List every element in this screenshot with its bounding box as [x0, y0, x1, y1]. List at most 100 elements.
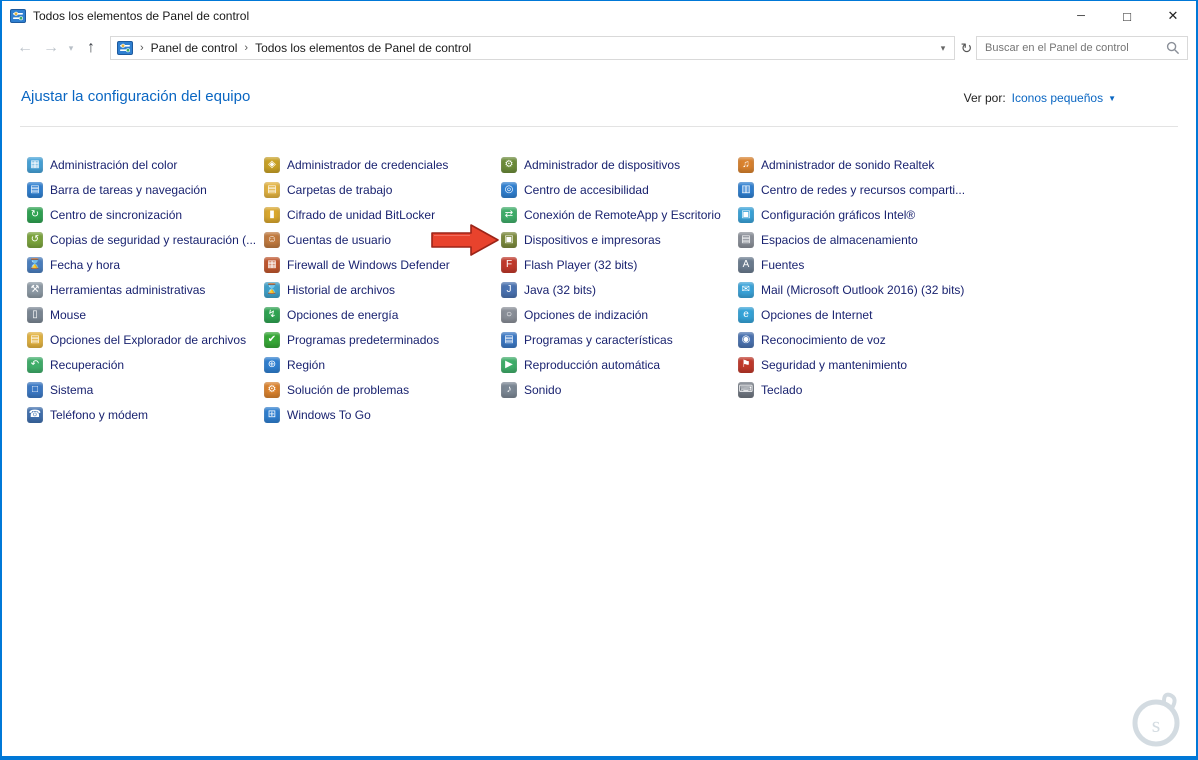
indexing-options-icon: ○	[501, 306, 517, 323]
control-panel-item[interactable]: J Java (32 bits)	[501, 277, 738, 302]
breadcrumb-item-panel-de-control[interactable]: Panel de control	[151, 41, 238, 55]
control-panel-item[interactable]: ⊞ Windows To Go	[264, 402, 501, 427]
control-panel-item-label: Dispositivos e impresoras	[524, 232, 661, 247]
control-panel-item[interactable]: ⚑ Seguridad y mantenimiento	[738, 352, 975, 377]
control-panel-item[interactable]: ▯ Mouse	[27, 302, 264, 327]
flash-player-icon: F	[501, 256, 517, 273]
control-panel-item[interactable]: ♫ Administrador de sonido Realtek	[738, 152, 975, 177]
control-panel-item-label: Solución de problemas	[287, 382, 410, 397]
window-title: Todos los elementos de Panel de control	[33, 9, 250, 23]
control-panel-item[interactable]: ◉ Reconocimiento de voz	[738, 327, 975, 352]
control-panel-item[interactable]: ⌛ Historial de archivos	[264, 277, 501, 302]
control-panel-item-label: Seguridad y mantenimiento	[761, 357, 908, 372]
control-panel-item[interactable]: ✔ Programas predeterminados	[264, 327, 501, 352]
file-history-icon: ⌛	[264, 281, 280, 298]
control-panel-item[interactable]: ⊕ Región	[264, 352, 501, 377]
defender-firewall-icon: ▦	[264, 256, 280, 273]
control-panel-item-label: Herramientas administrativas	[50, 282, 206, 297]
control-panel-item[interactable]: ▦ Administración del color	[27, 152, 264, 177]
control-panel-item[interactable]: ⌛ Fecha y hora	[27, 252, 264, 277]
page-title: Ajustar la configuración del equipo	[21, 88, 251, 105]
control-panel-item[interactable]: ↺ Copias de seguridad y restauración (...	[27, 227, 264, 252]
control-panel-item[interactable]: ○ Opciones de indización	[501, 302, 738, 327]
administrative-tools-icon: ⚒	[27, 281, 43, 298]
control-panel-icon	[117, 41, 133, 55]
control-panel-item[interactable]: ☎ Teléfono y módem	[27, 402, 264, 427]
sound-icon: ♪	[501, 381, 517, 398]
maximize-button[interactable]: □	[1104, 1, 1150, 31]
storage-spaces-icon: ▤	[738, 231, 754, 248]
up-button[interactable]: ↑	[78, 31, 104, 65]
sync-center-icon: ↻	[27, 206, 43, 223]
control-panel-column: ◈ Administrador de credenciales ▤ Carpetas …	[264, 152, 501, 427]
color-management-icon: ▦	[27, 156, 43, 173]
mouse-icon: ▯	[27, 306, 43, 323]
control-panel-item[interactable]: A Fuentes	[738, 252, 975, 277]
control-panel-item[interactable]: ↻ Centro de sincronización	[27, 202, 264, 227]
breadcrumb-item-todos-los-elementos[interactable]: Todos los elementos de Panel de control	[255, 41, 471, 55]
control-panel-item[interactable]: ↯ Opciones de energía	[264, 302, 501, 327]
default-programs-icon: ✔	[264, 331, 280, 348]
taskbar-navigation-icon: ▤	[27, 181, 43, 198]
control-panel-item[interactable]: ▤ Opciones del Explorador de archivos	[27, 327, 264, 352]
date-time-icon: ⌛	[27, 256, 43, 273]
control-panel-item-label: Firewall de Windows Defender	[287, 257, 450, 272]
minimize-button[interactable]: ─	[1058, 1, 1104, 31]
control-panel-item[interactable]: ▤ Programas y características	[501, 327, 738, 352]
control-panel-item[interactable]: ↶ Recuperación	[27, 352, 264, 377]
control-panel-item[interactable]: ▣ Dispositivos e impresoras	[501, 227, 738, 252]
refresh-button[interactable]: ↻	[958, 36, 975, 60]
control-panel-item[interactable]: ▤ Carpetas de trabajo	[264, 177, 501, 202]
control-panel-item-label: Flash Player (32 bits)	[524, 257, 638, 272]
recent-locations-chevron-icon[interactable]: ▾	[64, 43, 78, 54]
address-history-chevron-icon[interactable]: ▾	[932, 43, 954, 54]
control-panel-item[interactable]: F Flash Player (32 bits)	[501, 252, 738, 277]
security-maintenance-icon: ⚑	[738, 356, 754, 373]
control-panel-item[interactable]: ▣ Configuración gráficos Intel®	[738, 202, 975, 227]
control-panel-item[interactable]: □ Sistema	[27, 377, 264, 402]
control-panel-item[interactable]: ⌨ Teclado	[738, 377, 975, 402]
control-panel-item-label: Carpetas de trabajo	[287, 182, 393, 197]
control-panel-item-label: Teléfono y módem	[50, 407, 149, 422]
watermark-logo: s	[1132, 692, 1180, 747]
control-panel-item-label: Recuperación	[50, 357, 125, 372]
control-panel-item-label: Conexión de RemoteApp y Escritorio	[524, 207, 721, 222]
chevron-down-icon[interactable]: ▼	[1108, 94, 1116, 103]
control-panel-item[interactable]: ♪ Sonido	[501, 377, 738, 402]
control-panel-item-label: Sonido	[524, 382, 562, 397]
search-box	[976, 36, 1188, 60]
control-panel-item[interactable]: ▥ Centro de redes y recursos comparti...	[738, 177, 975, 202]
svg-text:s: s	[1152, 712, 1161, 737]
control-panel-item[interactable]: ⚙ Administrador de dispositivos	[501, 152, 738, 177]
view-by-control: Ver por: Iconos pequeños ▼	[964, 91, 1116, 105]
control-panel-item-label: Mouse	[50, 307, 87, 322]
control-panel-item[interactable]: ✉ Mail (Microsoft Outlook 2016) (32 bits)	[738, 277, 975, 302]
control-panel-item-label: Centro de accesibilidad	[524, 182, 649, 197]
control-panel-item[interactable]: ▤ Espacios de almacenamiento	[738, 227, 975, 252]
control-panel-item-label: Historial de archivos	[287, 282, 396, 297]
control-panel-item[interactable]: ⇄ Conexión de RemoteApp y Escritorio	[501, 202, 738, 227]
control-panel-item[interactable]: ◈ Administrador de credenciales	[264, 152, 501, 177]
control-panel-item-label: Opciones de Internet	[761, 307, 873, 322]
control-panel-item-label: Fecha y hora	[50, 257, 121, 272]
view-by-dropdown[interactable]: Iconos pequeños	[1012, 91, 1103, 105]
control-panel-item[interactable]: e Opciones de Internet	[738, 302, 975, 327]
control-panel-item[interactable]: ▤ Barra de tareas y navegación	[27, 177, 264, 202]
back-button[interactable]: ←	[12, 31, 38, 65]
control-panel-item[interactable]: ⚙ Solución de problemas	[264, 377, 501, 402]
search-input[interactable]	[977, 42, 1166, 54]
phone-modem-icon: ☎	[27, 406, 43, 423]
control-panel-item[interactable]: ◎ Centro de accesibilidad	[501, 177, 738, 202]
control-panel-item-label: Copias de seguridad y restauración (...	[50, 232, 257, 247]
fonts-icon: A	[738, 256, 754, 273]
control-panel-item[interactable]: ▶ Reproducción automática	[501, 352, 738, 377]
control-panel-item[interactable]: ⚒ Herramientas administrativas	[27, 277, 264, 302]
control-panel-window: Todos los elementos de Panel de control …	[0, 0, 1198, 760]
control-panel-icon	[10, 9, 26, 23]
control-panel-column: ♫ Administrador de sonido Realtek ▥ Centro …	[738, 152, 975, 427]
forward-button[interactable]: →	[38, 31, 64, 65]
control-panel-item-label: Programas y características	[524, 332, 673, 347]
close-button[interactable]: ✕	[1150, 1, 1196, 31]
credential-manager-icon: ◈	[264, 156, 280, 173]
control-panel-item-label: Opciones de energía	[287, 307, 399, 322]
